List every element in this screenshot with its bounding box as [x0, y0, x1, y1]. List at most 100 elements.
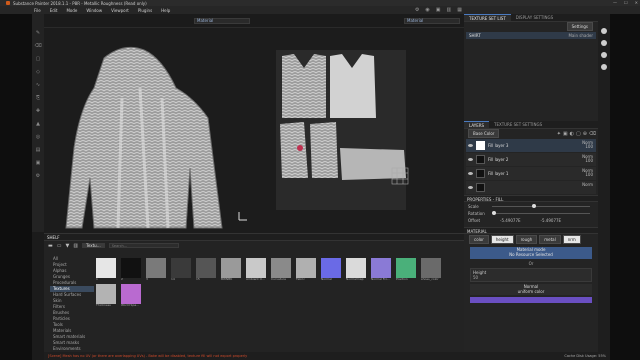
maximize-button[interactable]: ☐	[624, 0, 628, 5]
material-mode-box[interactable]: Material mode No Resource Selected	[470, 247, 592, 259]
display-icon[interactable]: ▤	[36, 147, 41, 153]
tab-texture-set-settings[interactable]: TEXTURE SET SETTINGS	[489, 121, 547, 128]
shelf-new-icon[interactable]: ▭	[57, 243, 62, 249]
shelf-view-icon[interactable]: ▥	[73, 243, 78, 249]
layer-row[interactable]: Fill layer 2 Norm 100	[466, 153, 596, 166]
menu-viewport[interactable]: Viewport	[111, 8, 129, 13]
shelf-texture-thumb[interactable]: 1	[96, 258, 116, 281]
settings-dropdown[interactable]: Settings	[566, 21, 593, 31]
texture-set-item[interactable]: SHIRT Main shader	[466, 32, 596, 39]
view-icon[interactable]: ▦	[457, 7, 462, 13]
tab-texture-set-list[interactable]: TEXTURE SET LIST	[464, 14, 511, 21]
shelf-texture-thumb[interactable]: Normalmap	[346, 258, 366, 281]
status-bar: [Scene] Mesh has no UV (or there are ove…	[44, 352, 610, 360]
tab-display-settings[interactable]: DISPLAY SETTINGS	[511, 14, 558, 21]
clone-icon[interactable]: ⎘	[36, 95, 40, 101]
shelf-texture-thumb[interactable]: Position	[396, 258, 416, 281]
layer-row[interactable]: Fill layer 3 Norm 100	[466, 139, 596, 152]
shelf-texture-thumb[interactable]: 14	[171, 258, 191, 281]
texture-label: 2	[121, 278, 123, 281]
material-height-button[interactable]: height	[490, 235, 514, 244]
layers-dock-icon[interactable]	[601, 40, 607, 46]
shelf-texture-thumb[interactable]: shoes_color	[421, 258, 441, 281]
close-button[interactable]: ✕	[635, 0, 638, 5]
texture-preview	[121, 284, 141, 304]
texture-preview	[146, 258, 166, 278]
properties-dock-icon[interactable]	[601, 52, 607, 58]
smudge-icon[interactable]: ∿	[36, 82, 40, 88]
layer-row[interactable]: Norm	[466, 181, 596, 194]
visibility-eye-icon[interactable]	[468, 144, 473, 147]
menu-mode[interactable]: Mode	[66, 8, 77, 13]
scale-slider[interactable]: Scale	[468, 204, 594, 209]
material-metal-button[interactable]: metal	[539, 235, 561, 244]
eraser-icon[interactable]: ⌫	[34, 43, 41, 49]
normal-channel-box[interactable]: Normal uniform color	[470, 284, 592, 295]
polygon-fill-icon[interactable]: ▲	[36, 121, 40, 127]
layout-icon[interactable]: ▥	[447, 7, 452, 13]
shelf-title: SHELF	[44, 234, 464, 241]
material-color-button[interactable]: color	[469, 235, 489, 244]
menu-help[interactable]: Help	[161, 8, 170, 13]
bake-icon[interactable]: ◎	[36, 134, 40, 140]
history-dock-icon[interactable]	[601, 64, 607, 70]
shelf-texture-thumb[interactable]: 2	[121, 258, 141, 281]
shelf-texture-thumb[interactable]: Normal Fro…	[371, 258, 391, 281]
visibility-eye-icon[interactable]	[468, 172, 473, 175]
layer-row[interactable]: Fill layer 1 Norm 100	[466, 167, 596, 180]
layer-blend[interactable]: Norm 100	[582, 169, 593, 177]
offset-fields[interactable]: Offset -5.49077E -5.49077E	[468, 218, 594, 223]
layer-actions-icons[interactable]: ✦▣◐▢⊕⌫	[557, 131, 598, 137]
paint-brush-icon[interactable]: ✎	[36, 30, 40, 36]
channel-select[interactable]: Base Color	[468, 129, 500, 138]
menu-edit[interactable]: Edit	[50, 8, 58, 13]
shelf-texture-thumb[interactable]: Thickness	[96, 284, 116, 307]
shelf-texture-thumb[interactable]: World Spa…	[121, 284, 141, 307]
settings-icon[interactable]: ⚙	[36, 173, 40, 179]
material-picker-icon[interactable]: ✚	[36, 108, 40, 114]
shelf-texture-thumb[interactable]: Ambient O…	[246, 258, 266, 281]
viewport-3d-channel-select[interactable]: Material	[194, 18, 250, 24]
offset-x-value[interactable]: -5.49077E	[500, 218, 521, 223]
normal-color-swatch[interactable]	[470, 297, 592, 303]
menu-plugins[interactable]: Plugins	[138, 8, 152, 13]
menu-file[interactable]: File	[34, 8, 41, 13]
material-nrm-button[interactable]: nrm	[562, 235, 581, 244]
viewport-2d-channel-select[interactable]: Material	[404, 18, 460, 24]
shelf-filter-icon[interactable]: ▼	[65, 243, 69, 249]
minimize-button[interactable]: —	[613, 0, 617, 5]
shelf-texture-thumb[interactable]: Normal	[321, 258, 341, 281]
tab-layers[interactable]: LAYERS	[464, 121, 490, 128]
screenshot-icon[interactable]: ▣	[436, 7, 441, 13]
viewport-2d-uv[interactable]	[274, 28, 464, 233]
iray-icon[interactable]: ⚙	[415, 7, 419, 13]
layer-blend[interactable]: Norm	[582, 183, 593, 187]
shelf-texture-thumb[interactable]: Fabric	[296, 258, 316, 281]
rotation-slider[interactable]: Rotation	[468, 211, 594, 216]
viewport-3d[interactable]	[44, 28, 274, 233]
layer-blend[interactable]: Norm 100	[582, 155, 593, 163]
projection-icon[interactable]: ▢	[36, 56, 41, 62]
shelf-texture-thumb[interactable]: 15	[196, 258, 216, 281]
geometry-mask-icon[interactable]: ◇	[36, 69, 40, 75]
texture-preview	[96, 284, 116, 304]
shelf-texture-thumb[interactable]: Curvature	[271, 258, 291, 281]
texture-set-shader[interactable]: Main shader	[568, 33, 593, 38]
shelf-folder-icon[interactable]: ▬	[48, 243, 53, 249]
menu-window[interactable]: Window	[86, 8, 102, 13]
export-icon[interactable]: ▣	[36, 160, 41, 166]
offset-y-value[interactable]: -5.49077E	[541, 218, 562, 223]
texture-set-dock-icon[interactable]	[601, 28, 607, 34]
texture-preview	[196, 258, 216, 278]
visibility-eye-icon[interactable]	[468, 186, 473, 189]
shelf-texture-thumb[interactable]: BWNBK	[221, 258, 241, 281]
layer-blend[interactable]: Norm 100	[582, 141, 593, 149]
camera-icon[interactable]: ◉	[425, 7, 429, 13]
shelf-search-input[interactable]: Search...	[108, 243, 179, 248]
shelf-texture-thumb[interactable]: 3	[146, 258, 166, 281]
height-channel-box[interactable]: Height 50	[470, 268, 592, 282]
visibility-eye-icon[interactable]	[468, 158, 473, 161]
layer-thumbnail	[476, 183, 485, 192]
material-rough-button[interactable]: rough	[515, 235, 538, 244]
shelf-filter-tag[interactable]: Textu…	[82, 243, 105, 248]
